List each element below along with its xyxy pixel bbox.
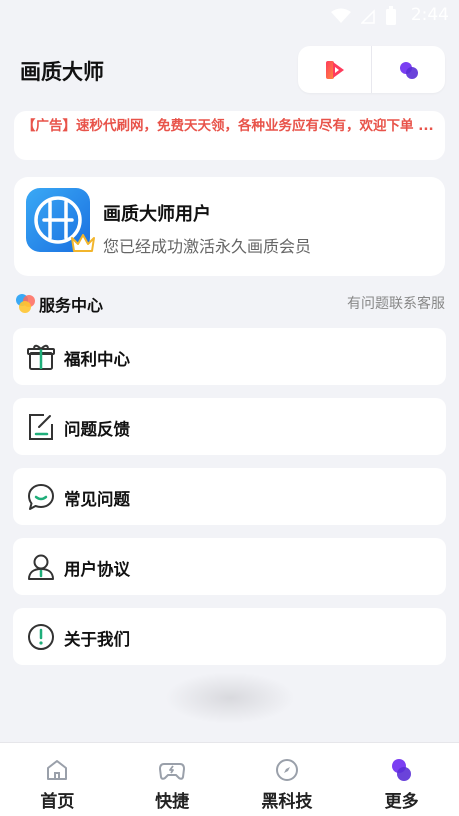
bottom-tab-bar: 首页 快捷 黑科技 更多 <box>0 742 459 816</box>
menu-item-faq[interactable]: 常见问题 <box>13 468 446 525</box>
ad-banner[interactable]: 【广告】速秒代刷网，免费天天领，各种业务应有尽有，欢迎下单 ... <box>14 111 445 160</box>
bubbles-button[interactable] <box>372 46 445 93</box>
tab-black-tech[interactable]: 黑科技 <box>230 743 345 816</box>
user-membership-desc: 您已经成功激活永久画质会员 <box>103 237 312 256</box>
service-center-title: 服务中心 <box>39 296 104 315</box>
tab-home[interactable]: 首页 <box>0 743 115 816</box>
tab-label: 更多 <box>384 792 419 812</box>
service-logo-icon <box>16 294 35 313</box>
signal-off-icon <box>361 9 375 24</box>
menu-item-label: 问题反馈 <box>64 420 130 439</box>
menu-item-welfare[interactable]: 福利中心 <box>13 328 446 385</box>
crown-icon <box>71 234 95 252</box>
page-title: 画质大师 <box>20 60 104 84</box>
gift-icon <box>27 344 55 370</box>
menu-item-feedback[interactable]: 问题反馈 <box>13 398 446 455</box>
edit-icon <box>29 414 53 440</box>
chat-icon <box>28 484 54 510</box>
service-center-header: 服务中心 有问题联系客服 <box>14 291 445 315</box>
status-icons <box>331 6 397 26</box>
menu-item-label: 常见问题 <box>64 490 130 509</box>
user-card[interactable]: 画质大师用户 您已经成功激活永久画质会员 <box>14 177 445 276</box>
user-name: 画质大师用户 <box>103 204 211 225</box>
app-header: 画质大师 <box>0 44 459 94</box>
tab-label: 快捷 <box>155 792 190 812</box>
battery-icon <box>386 6 396 25</box>
header-capsule <box>298 46 445 93</box>
wifi-icon <box>331 8 351 23</box>
tab-shortcuts[interactable]: 快捷 <box>115 743 230 816</box>
blurred-placeholder <box>165 672 295 724</box>
tab-label: 首页 <box>40 792 75 812</box>
gamepad-icon <box>159 763 186 780</box>
more-bubbles-icon <box>391 759 411 781</box>
menu-item-label: 用户协议 <box>64 560 130 579</box>
menu-item-label: 关于我们 <box>64 630 130 649</box>
menu-item-user-agreement[interactable]: 用户协议 <box>13 538 446 595</box>
tab-label: 黑科技 <box>261 792 313 812</box>
tab-more[interactable]: 更多 <box>344 743 459 816</box>
info-icon <box>28 624 54 650</box>
video-play-button[interactable] <box>298 46 371 93</box>
user-icon <box>28 554 54 580</box>
bubbles-icon <box>399 61 418 79</box>
status-time: 2:44 <box>410 5 449 25</box>
compass-icon <box>275 759 298 781</box>
menu-item-about[interactable]: 关于我们 <box>13 608 446 665</box>
play-icon <box>325 60 344 79</box>
contact-support-link[interactable]: 有问题联系客服 <box>347 293 445 313</box>
status-bar: 2:44 <box>0 0 459 32</box>
home-icon <box>47 760 68 780</box>
menu-item-label: 福利中心 <box>64 350 130 369</box>
